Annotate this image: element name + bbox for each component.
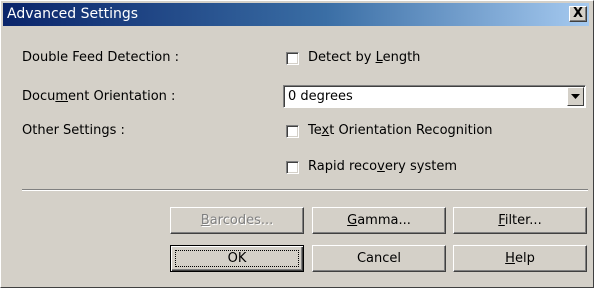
- filter-button[interactable]: Filter...: [453, 207, 587, 234]
- text-orientation-recognition-box[interactable]: [286, 125, 299, 138]
- document-orientation-label: Document Orientation :: [22, 89, 176, 104]
- filter-button-label: Filter...: [498, 213, 542, 228]
- title-bar[interactable]: Advanced Settings X: [3, 3, 589, 26]
- help-button-label: Help: [505, 251, 535, 266]
- gamma-button-label: Gamma...: [347, 213, 411, 228]
- barcodes-button[interactable]: Barcodes...: [170, 207, 304, 234]
- document-orientation-value: 0 degrees: [288, 89, 353, 104]
- dropdown-button[interactable]: [567, 87, 584, 106]
- window-title: Advanced Settings: [7, 6, 139, 22]
- gamma-button[interactable]: Gamma...: [312, 207, 446, 234]
- cancel-button-label: Cancel: [356, 251, 402, 266]
- barcodes-button-label: Barcodes...: [200, 213, 274, 228]
- ok-button-label: OK: [227, 251, 247, 266]
- detect-by-length-label[interactable]: Detect by Length: [308, 50, 420, 65]
- separator: [22, 189, 588, 191]
- rapid-recovery-label[interactable]: Rapid recovery system: [308, 159, 457, 174]
- close-button[interactable]: X: [569, 6, 587, 22]
- ok-button[interactable]: OK: [170, 245, 304, 272]
- chevron-down-icon: [571, 94, 580, 99]
- close-icon: X: [572, 6, 584, 21]
- detect-by-length-box[interactable]: [286, 52, 299, 65]
- text-orientation-recognition-label[interactable]: Text Orientation Recognition: [308, 123, 493, 138]
- advanced-settings-dialog: Advanced Settings X Double Feed Detectio…: [0, 0, 594, 288]
- rapid-recovery-box[interactable]: [286, 161, 299, 174]
- help-button[interactable]: Help: [453, 245, 587, 272]
- document-orientation-select[interactable]: 0 degrees: [283, 85, 586, 108]
- double-feed-detection-label: Double Feed Detection :: [22, 50, 180, 65]
- cancel-button[interactable]: Cancel: [312, 245, 446, 272]
- other-settings-label: Other Settings :: [22, 123, 125, 138]
